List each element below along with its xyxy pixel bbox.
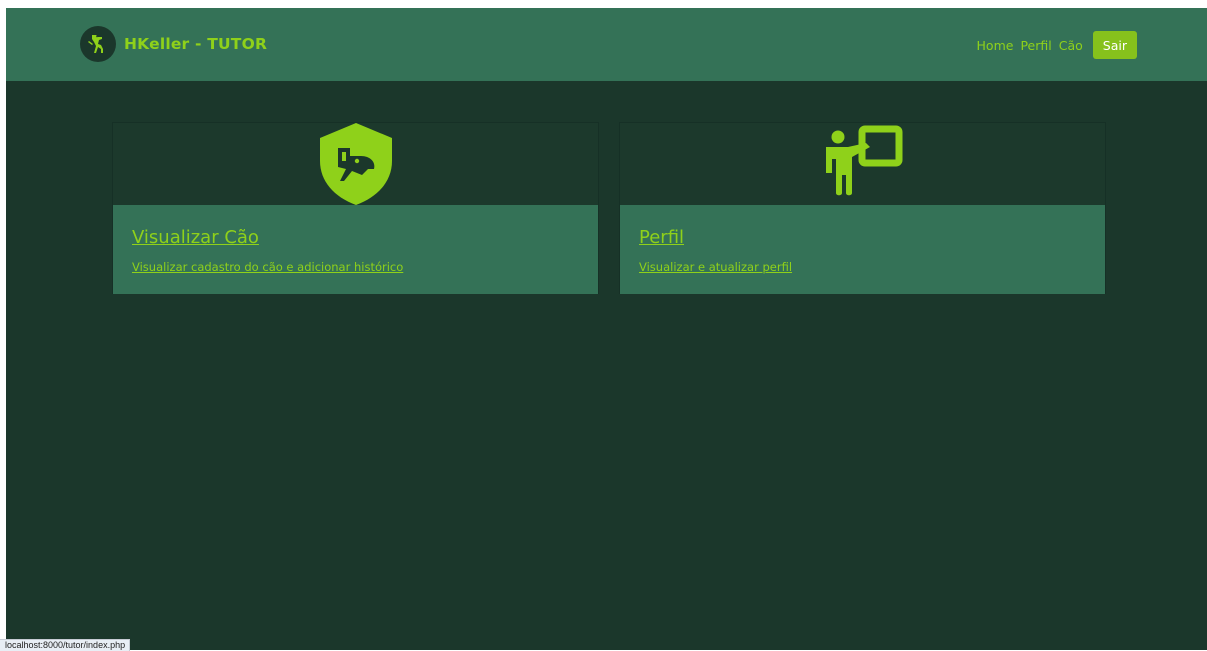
page: HKeller - TUTOR Home Perfil Cão Sair Vis… — [6, 8, 1207, 650]
logout-button[interactable]: Sair — [1092, 31, 1137, 59]
card-body: Visualizar Cão Visualizar cadastro do cã… — [113, 205, 598, 294]
presenter-board-icon — [825, 125, 902, 196]
card-title-link[interactable]: Perfil — [639, 227, 684, 248]
card-description-link[interactable]: Visualizar cadastro do cão e adicionar h… — [132, 260, 403, 274]
nav-link-home[interactable]: Home — [977, 38, 1014, 53]
card-description-link[interactable]: Visualizar e atualizar perfil — [639, 260, 792, 274]
card-visualizar-cao[interactable]: Visualizar Cão Visualizar cadastro do cã… — [112, 122, 599, 294]
brand-link[interactable]: HKeller - TUTOR — [80, 26, 267, 62]
nav-link-perfil[interactable]: Perfil — [1020, 38, 1051, 53]
dog-logo-icon — [80, 26, 116, 62]
card-image-area — [620, 123, 1105, 205]
status-url: localhost:8000/tutor/index.php — [0, 639, 131, 651]
card-title-link[interactable]: Visualizar Cão — [132, 227, 259, 248]
card-image-area — [113, 123, 598, 205]
nav-links: Home Perfil Cão Sair — [977, 31, 1137, 59]
nav-link-cao[interactable]: Cão — [1059, 38, 1083, 53]
brand-title: HKeller - TUTOR — [124, 35, 268, 53]
navbar: HKeller - TUTOR Home Perfil Cão Sair — [6, 8, 1207, 81]
card-body: Perfil Visualizar e atualizar perfil — [620, 205, 1105, 294]
dog-shield-icon — [319, 123, 392, 205]
card-perfil[interactable]: Perfil Visualizar e atualizar perfil — [619, 122, 1106, 294]
